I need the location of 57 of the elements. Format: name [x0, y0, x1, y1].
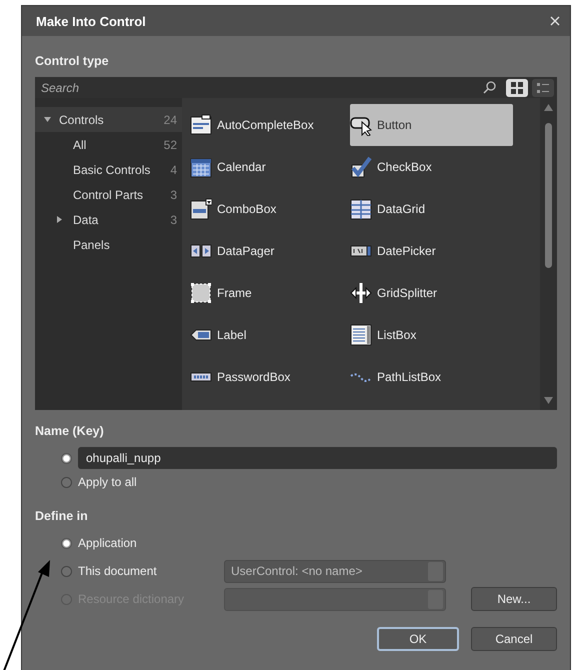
window-icon [190, 114, 212, 136]
control-item[interactable]: Label [190, 314, 350, 356]
dropdown-icon [190, 198, 212, 220]
scroll-thumb[interactable] [545, 123, 552, 268]
control-item[interactable]: ComboBox [190, 188, 350, 230]
view-toggle[interactable] [506, 78, 528, 96]
radio-button[interactable] [61, 566, 72, 576]
scroll-up-icon[interactable] [544, 104, 553, 111]
frame-icon [190, 282, 212, 304]
control-item[interactable]: Button [350, 104, 513, 146]
splitter-icon [350, 282, 372, 304]
dialog-button[interactable]: OK [377, 627, 459, 651]
tree-item[interactable]: Controls 24 [35, 107, 182, 132]
control-item[interactable]: AutoCompleteBox [190, 104, 350, 146]
search-field[interactable]: Search [35, 77, 502, 98]
dropdown[interactable]: UserControl: <no name> [224, 560, 446, 582]
section-heading: Define in [35, 509, 89, 523]
option-label: Application [78, 536, 138, 550]
control-item[interactable]: GridSplitter [350, 272, 513, 314]
section-heading: Control type [35, 54, 110, 68]
tree-item[interactable]: Panels [35, 232, 182, 257]
tree-item[interactable]: Control Parts 3 [35, 182, 182, 207]
tree-item[interactable]: Basic Controls 4 [35, 157, 182, 182]
radio-button[interactable] [61, 452, 72, 464]
collapsed-arrow-icon[interactable] [56, 216, 62, 223]
control-item[interactable]: Frame [190, 272, 350, 314]
dialog-button[interactable]: Cancel [471, 627, 557, 651]
search-icon [483, 81, 496, 94]
control-item[interactable]: DataGrid [350, 188, 513, 230]
new-button[interactable]: New... [471, 587, 557, 611]
view-toggle[interactable] [532, 78, 554, 96]
control-item[interactable]: Calendar [190, 146, 350, 188]
control-item[interactable]: ListBox [350, 314, 513, 356]
option-label: This document [78, 564, 158, 578]
option-label: Apply to all [78, 475, 137, 489]
list-icon [350, 324, 372, 346]
control-item[interactable]: PathListBox [350, 356, 513, 398]
control-item[interactable]: PasswordBox [190, 356, 350, 398]
grid-view-icon [511, 82, 523, 94]
name-field[interactable]: ohupalli_nupp [78, 447, 557, 469]
control-item[interactable]: DataPager [190, 230, 350, 272]
list-view-icon [537, 82, 549, 94]
radio-button[interactable] [61, 476, 72, 488]
expanded-arrow-icon[interactable] [44, 116, 50, 123]
grid-icon [350, 198, 372, 220]
section-heading: Name (Key) [35, 424, 105, 438]
control-item[interactable]: DatePicker [350, 230, 513, 272]
tree-item[interactable]: All 52 [35, 132, 182, 157]
window-title: Make Into Control [36, 14, 146, 28]
close-icon[interactable] [550, 16, 560, 26]
control-item[interactable]: CheckBox [350, 146, 513, 188]
checkbox-icon [350, 156, 372, 178]
calendar-icon [190, 156, 212, 178]
radio-button[interactable] [61, 538, 72, 548]
scrollbar[interactable] [540, 98, 557, 410]
tree-item[interactable]: Data 3 [35, 207, 182, 232]
scroll-down-icon[interactable] [544, 397, 553, 404]
